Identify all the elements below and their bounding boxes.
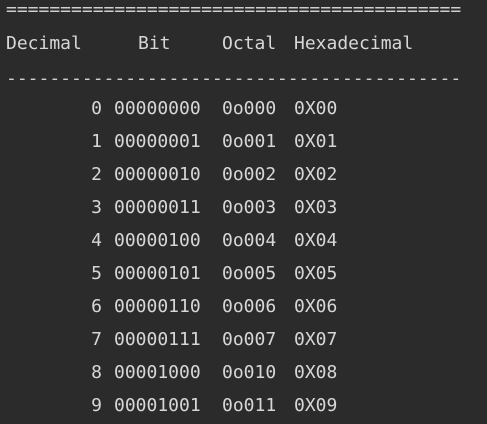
cell-hex: 0X02 (294, 164, 338, 185)
table-row: 2 00000010 0o002 0X02 (0, 158, 487, 191)
console-output: ========================================… (0, 0, 487, 424)
table-row: 6 00000110 0o006 0X06 (0, 290, 487, 323)
table-row: 0 00000000 0o000 0X00 (0, 92, 487, 125)
table-row: 9 00001001 0o011 0X09 (0, 389, 487, 422)
cell-hex: 0X03 (294, 197, 338, 218)
cell-octal: 0o000 (222, 98, 277, 119)
separator-line-top: ========================================… (0, 0, 487, 22)
table-row: 7 00000111 0o007 0X07 (0, 323, 487, 356)
cell-octal: 0o011 (222, 395, 277, 416)
cell-decimal: 1 (91, 131, 102, 152)
cell-octal: 0o005 (222, 263, 277, 284)
cell-decimal: 5 (91, 263, 102, 284)
cell-octal: 0o002 (222, 164, 277, 185)
cell-hex: 0X04 (294, 230, 338, 251)
cell-hex: 0X09 (294, 395, 338, 416)
header-hexadecimal: Hexadecimal (294, 33, 414, 54)
table-row: 1 00000001 0o001 0X01 (0, 125, 487, 158)
cell-bit: 00000001 (114, 131, 201, 152)
header-octal: Octal (222, 33, 277, 54)
cell-bit: 00000011 (114, 197, 201, 218)
table-header: Decimal Bit Octal Hexadecimal (0, 22, 487, 66)
header-bit: Bit (138, 33, 171, 54)
cell-octal: 0o003 (222, 197, 277, 218)
cell-decimal: 7 (91, 329, 102, 350)
table-row: 4 00000100 0o004 0X04 (0, 224, 487, 257)
cell-hex: 0X01 (294, 131, 338, 152)
cell-decimal: 2 (91, 164, 102, 185)
cell-decimal: 4 (91, 230, 102, 251)
cell-octal: 0o004 (222, 230, 277, 251)
cell-octal: 0o001 (222, 131, 277, 152)
cell-bit: 00001001 (114, 395, 201, 416)
table-row: 8 00001000 0o010 0X08 (0, 356, 487, 389)
cell-octal: 0o010 (222, 362, 277, 383)
cell-bit: 00000100 (114, 230, 201, 251)
cell-decimal: 0 (91, 98, 102, 119)
separator-line-mid: ----------------------------------------… (0, 66, 487, 92)
cell-octal: 0o006 (222, 296, 277, 317)
header-decimal: Decimal (6, 33, 82, 54)
table-row: 5 00000101 0o005 0X05 (0, 257, 487, 290)
cell-octal: 0o007 (222, 329, 277, 350)
cell-hex: 0X06 (294, 296, 338, 317)
cell-decimal: 9 (91, 395, 102, 416)
cell-hex: 0X07 (294, 329, 338, 350)
cell-decimal: 6 (91, 296, 102, 317)
table-row: 3 00000011 0o003 0X03 (0, 191, 487, 224)
cell-bit: 00000000 (114, 98, 201, 119)
cell-bit: 00000010 (114, 164, 201, 185)
cell-decimal: 8 (91, 362, 102, 383)
cell-hex: 0X08 (294, 362, 338, 383)
cell-decimal: 3 (91, 197, 102, 218)
cell-hex: 0X00 (294, 98, 338, 119)
cell-bit: 00000110 (114, 296, 201, 317)
separator-mid: ----------------------------------------… (6, 68, 462, 89)
cell-hex: 0X05 (294, 263, 338, 284)
cell-bit: 00001000 (114, 362, 201, 383)
cell-bit: 00000111 (114, 329, 201, 350)
cell-bit: 00000101 (114, 263, 201, 284)
